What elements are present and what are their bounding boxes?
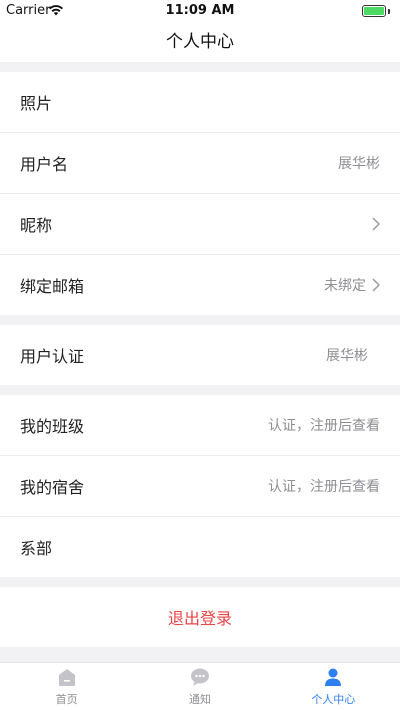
tab-label: 个人中心 [311,693,356,706]
row-department[interactable]: 系部 [0,517,400,577]
row-value: 认证，注册后查看 [268,479,380,495]
home-icon [58,669,75,686]
row-nickname[interactable]: 昵称 [0,194,400,254]
tab-label: 通知 [188,693,211,706]
row-label: 我的宿舍 [20,478,85,497]
row-my-dorm[interactable]: 我的宿舍 认证，注册后查看 [0,456,400,516]
nav-bar: 个人中心 [0,22,400,62]
row-label: 我的班级 [20,417,85,436]
chat-bubble-icon [190,668,209,686]
tab-bar: 首页 通知 个人中心 [0,662,400,710]
tab-home[interactable]: 首页 [0,663,133,710]
logout-label: 退出登录 [167,609,232,628]
battery-tip [388,9,390,14]
row-value: 展华彬 [338,156,380,172]
chevron-right-icon [372,217,380,231]
status-bar: Carrier 11:09 AM [0,0,400,22]
row-value: 展华彬 [326,348,368,364]
row-username: 用户名 展华彬 [0,133,400,193]
chevron-right-icon [372,278,380,292]
row-value: 认证，注册后查看 [268,418,380,434]
row-my-class[interactable]: 我的班级 认证，注册后查看 [0,395,400,455]
row-label: 用户名 [20,155,69,174]
row-label: 昵称 [20,216,53,235]
row-photo[interactable]: 照片 [0,72,400,132]
page-title: 个人中心 [166,32,234,52]
row-label: 照片 [20,94,53,113]
row-label: 绑定邮箱 [20,277,85,296]
tab-label: 首页 [55,693,78,706]
row-bind-email[interactable]: 绑定邮箱 未绑定 [0,255,400,315]
tab-notifications[interactable]: 通知 [133,663,266,710]
row-value: 未绑定 [324,278,366,294]
row-user-verification[interactable]: 用户认证 展华彬 [0,325,400,385]
logout-button[interactable]: 退出登录 [0,587,400,647]
row-label: 用户认证 [20,347,85,366]
person-icon [325,668,342,686]
clock: 11:09 AM [165,3,235,18]
row-label: 系部 [20,539,53,558]
tab-profile[interactable]: 个人中心 [267,663,400,710]
battery-icon [362,5,386,17]
